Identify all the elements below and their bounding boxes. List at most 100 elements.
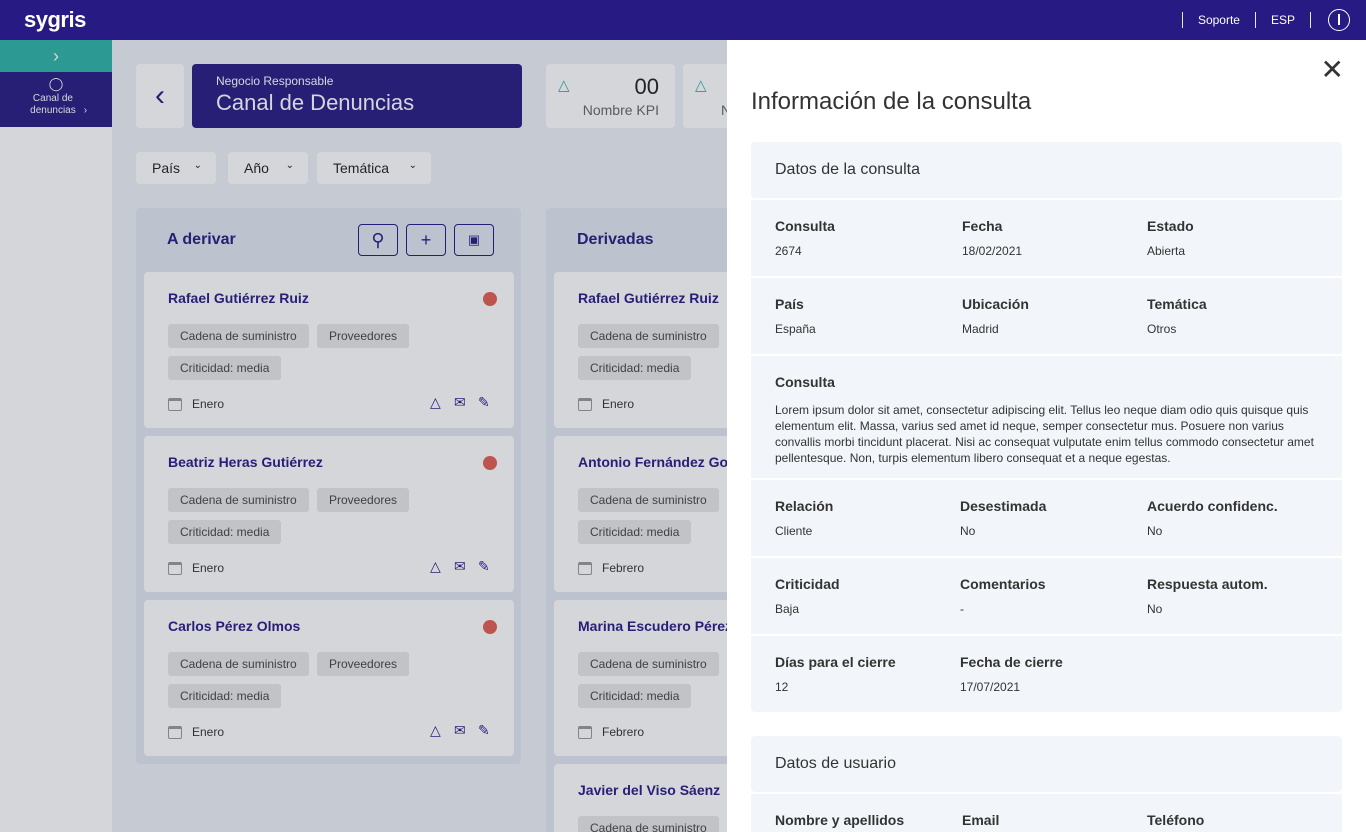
- case-name: Rafael Gutiérrez Ruiz: [168, 290, 309, 306]
- page-title: Canal de Denuncias: [216, 90, 415, 115]
- section-header-usuario: Datos de usuario: [751, 736, 1342, 792]
- field-label: Desestimada: [960, 498, 1047, 514]
- status-dot: [483, 456, 497, 470]
- back-button[interactable]: ‹: [136, 64, 184, 128]
- field-value: Cliente: [775, 524, 813, 538]
- case-card[interactable]: Marina Escudero Pérez Cadena de suminist…: [554, 600, 727, 756]
- tag: Criticidad: media: [168, 684, 282, 708]
- calendar-icon: [168, 726, 182, 739]
- mail-icon[interactable]: ✉: [454, 394, 466, 411]
- field-label: Teléfono: [1147, 812, 1205, 828]
- detail-panel: ✕ Información de la consulta Datos de la…: [727, 40, 1366, 832]
- calendar-icon: [578, 562, 592, 575]
- field-label: País: [775, 296, 804, 312]
- panel-title: Información de la consulta: [751, 88, 1032, 115]
- mail-icon[interactable]: ✉: [454, 722, 466, 739]
- warning-icon: △: [558, 77, 570, 94]
- case-card[interactable]: Rafael Gutiérrez Ruiz Cadena de suminist…: [554, 272, 727, 428]
- kpi-value: 00: [634, 74, 659, 99]
- info-row: País España Ubicación Madrid Temática Otros: [751, 278, 1342, 354]
- drop-icon: ◯: [48, 76, 64, 91]
- edit-icon[interactable]: ✎: [478, 394, 490, 411]
- language-selector[interactable]: ESP: [1256, 13, 1310, 27]
- field-value: No: [1147, 602, 1163, 616]
- lock-button[interactable]: ▣: [454, 224, 494, 256]
- info-row: Nombre y apellidos Email Teléfono: [751, 794, 1342, 832]
- chevron-down-icon: ⌄: [285, 160, 294, 171]
- edit-icon[interactable]: ✎: [478, 722, 490, 739]
- divider: [1310, 12, 1311, 28]
- sygris-logo[interactable]: sygris: [24, 7, 86, 33]
- field-label: Respuesta autom.: [1147, 576, 1268, 592]
- kpi-card[interactable]: △ N: [683, 64, 727, 128]
- field-label: Criticidad: [775, 576, 840, 592]
- case-card[interactable]: Javier del Viso Sáenz Cadena de suminist…: [554, 764, 727, 832]
- mail-icon[interactable]: ✉: [454, 558, 466, 575]
- tag: Criticidad: media: [168, 356, 282, 380]
- tag: Cadena de suministro: [578, 816, 719, 832]
- tag: Cadena de suministro: [168, 652, 309, 676]
- warning-icon: △: [695, 77, 707, 94]
- kpi-card[interactable]: △ 00 Nombre KPI: [546, 64, 675, 128]
- field-label: Estado: [1147, 218, 1194, 234]
- top-bar: sygris Soporte ESP: [0, 0, 1366, 40]
- power-icon[interactable]: [1328, 9, 1350, 31]
- field-label: Temática: [1147, 296, 1207, 312]
- case-card[interactable]: Beatriz Heras Gutiérrez Cadena de sumini…: [144, 436, 514, 592]
- field-value: No: [1147, 524, 1163, 538]
- case-name: Marina Escudero Pérez: [578, 618, 727, 634]
- column-title: A derivar: [167, 231, 236, 248]
- sidebar-expand-button[interactable]: ›: [0, 40, 112, 72]
- tag: Cadena de suministro: [168, 488, 309, 512]
- close-icon[interactable]: ✕: [1321, 56, 1344, 84]
- case-month: Enero: [602, 397, 635, 411]
- kanban-column-a-derivar: A derivar ⚲ + ▣ Rafael Gutiérrez Ruiz Ca…: [136, 208, 521, 764]
- field-label: Acuerdo confidenc.: [1147, 498, 1278, 514]
- top-right-menu: Soporte ESP: [1181, 0, 1366, 40]
- calendar-icon: [168, 562, 182, 575]
- tag: Proveedores: [317, 652, 410, 676]
- case-card[interactable]: Antonio Fernández Goya Cadena de suminis…: [554, 436, 727, 592]
- field-value: Abierta: [1147, 244, 1186, 258]
- case-name: Carlos Pérez Olmos: [168, 618, 301, 634]
- filter-tematica[interactable]: Temática ⌄: [317, 152, 431, 184]
- case-month: Febrero: [602, 725, 645, 739]
- case-month: Enero: [192, 725, 225, 739]
- tag: Cadena de suministro: [578, 324, 719, 348]
- field-label: Consulta: [775, 374, 835, 390]
- tag: Proveedores: [317, 488, 410, 512]
- search-button[interactable]: ⚲: [358, 224, 398, 256]
- case-card[interactable]: Carlos Pérez Olmos Cadena de suministro …: [144, 600, 514, 756]
- calendar-icon: [578, 726, 592, 739]
- calendar-icon: [578, 398, 592, 411]
- filter-ano[interactable]: Año ⌄: [228, 152, 308, 184]
- warning-icon[interactable]: △: [430, 722, 441, 739]
- field-value: -: [960, 602, 964, 616]
- warning-icon[interactable]: △: [430, 394, 441, 411]
- warning-icon[interactable]: △: [430, 558, 441, 575]
- divider: [1254, 12, 1256, 28]
- plus-icon: +: [420, 229, 432, 250]
- field-label: Fecha: [962, 218, 1003, 234]
- filter-pais[interactable]: País ⌄: [136, 152, 216, 184]
- edit-icon[interactable]: ✎: [478, 558, 490, 575]
- sidebar: › ◯ Canal de denuncias ›: [0, 40, 112, 832]
- chevron-down-icon: ⌄: [408, 160, 417, 171]
- column-title: Derivadas: [577, 231, 654, 248]
- field-value: Madrid: [962, 322, 999, 336]
- chevron-left-icon: ‹: [155, 79, 165, 112]
- field-label: Consulta: [775, 218, 835, 234]
- kpi-label: Nombre KPI: [582, 102, 659, 118]
- info-row: Criticidad Baja Comentarios - Respuesta au…: [751, 558, 1342, 634]
- case-name: Rafael Gutiérrez Ruiz: [578, 290, 719, 306]
- calendar-icon: [168, 398, 182, 411]
- case-card[interactable]: Rafael Gutiérrez Ruiz Cadena de suminist…: [144, 272, 514, 428]
- field-value: No: [960, 524, 976, 538]
- field-label: Comentarios: [960, 576, 1046, 592]
- field-label: Fecha de cierre: [960, 654, 1063, 670]
- case-name: Beatriz Heras Gutiérrez: [168, 454, 323, 470]
- search-icon: ⚲: [371, 229, 385, 250]
- support-link[interactable]: Soporte: [1183, 13, 1255, 27]
- add-button[interactable]: +: [406, 224, 446, 256]
- sidebar-item-canal-denuncias[interactable]: ◯ Canal de denuncias ›: [0, 72, 112, 127]
